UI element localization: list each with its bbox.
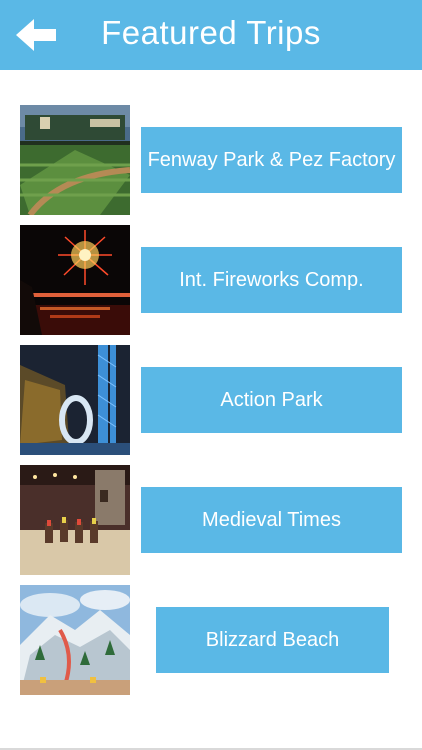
trip-row-medieval-times: Medieval Times: [0, 465, 422, 575]
trip-thumbnail-blizzard-beach[interactable]: [20, 585, 130, 695]
trip-thumbnail-medieval-times[interactable]: [20, 465, 130, 575]
trip-thumbnail-action-park[interactable]: [20, 345, 130, 455]
trip-row-blizzard-beach: Blizzard Beach: [0, 585, 422, 695]
trip-thumbnail-fireworks[interactable]: [20, 225, 130, 335]
trip-thumbnail-fenway[interactable]: [20, 105, 130, 215]
trip-row-fenway: Fenway Park & Pez Factory: [0, 105, 422, 215]
trip-button-fireworks[interactable]: Int. Fireworks Comp.: [141, 247, 402, 313]
trip-row-action-park: Action Park: [0, 345, 422, 455]
trip-row-fireworks: Int. Fireworks Comp.: [0, 225, 422, 335]
page-title: Featured Trips: [101, 14, 321, 51]
trip-button-action-park[interactable]: Action Park: [141, 367, 402, 433]
trip-button-medieval-times[interactable]: Medieval Times: [141, 487, 402, 553]
trip-button-fenway[interactable]: Fenway Park & Pez Factory: [141, 127, 402, 193]
top-bar: Featured Trips: [0, 0, 422, 70]
trip-button-blizzard-beach[interactable]: Blizzard Beach: [156, 607, 389, 673]
